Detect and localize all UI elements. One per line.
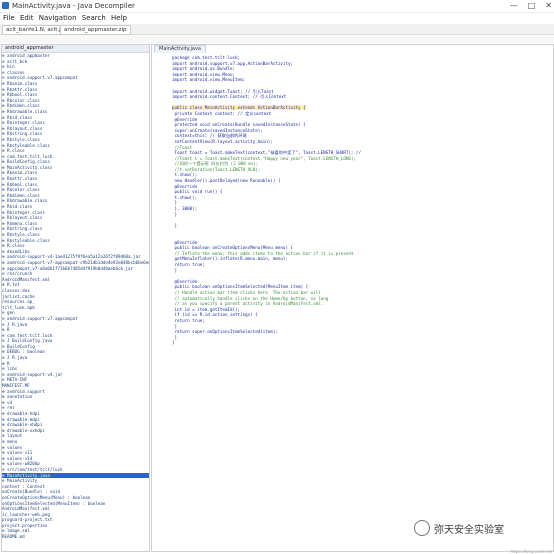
code-view[interactable]: package com.test.tclt.luck; import androi… xyxy=(152,55,553,346)
wechat-icon xyxy=(414,520,430,536)
code-text: new Handler().postDelayed(new Runnable()… xyxy=(172,178,281,184)
code-text: package com.test.tclt.luck; xyxy=(172,55,241,60)
tab-android-appmaster[interactable]: android_appmaster.zip xyxy=(60,25,131,35)
menu-navigation[interactable]: Navigation xyxy=(39,14,77,22)
code-text: } xyxy=(172,340,175,346)
tab-mainactivity-java[interactable]: MainActivity.java xyxy=(154,45,206,53)
code-text: setContentView(R.layout.activity_main); xyxy=(172,138,273,144)
code-text: public class MainActivity extends Action… xyxy=(172,105,306,111)
code-text: }, 3000); xyxy=(172,206,198,212)
code-text: } xyxy=(172,200,178,206)
tree-item[interactable]: README.md xyxy=(2,534,149,540)
code-text: } xyxy=(172,267,178,273)
code-text: @Override xyxy=(172,278,198,284)
window-title: MainActivity.java - Java Decompiler xyxy=(12,2,135,10)
code-text: private Context context; // 定义context xyxy=(172,110,272,116)
code-text: import android.widget.Toast; // 引入Toast xyxy=(172,88,274,94)
code-text: //Toast t = Toast.makeText(context,"Happ… xyxy=(172,155,357,161)
maximize-icon[interactable]: □ xyxy=(528,0,536,11)
watermark: 弥天安全实验室 xyxy=(414,520,504,536)
tree-header: android_appmaster xyxy=(2,45,149,53)
code-text: t.show(); xyxy=(172,172,198,178)
code-panel: MainActivity.java package com.test.tclt.… xyxy=(151,44,554,552)
code-text: if (id == R.id.action_settings) { xyxy=(172,312,258,318)
code-text: return true; xyxy=(172,317,205,323)
menu-file[interactable]: File xyxy=(3,14,15,22)
watermark-text: 弥天安全实验室 xyxy=(434,524,504,536)
menu-search[interactable]: Search xyxy=(82,14,106,22)
code-text: @Override xyxy=(172,183,198,189)
code-text: public boolean onCreateOptionsMenu(Menu … xyxy=(172,245,294,251)
code-text: } xyxy=(172,222,178,228)
code-text: import android.support.v7.app.ActionBarA… xyxy=(172,60,294,66)
code-text: import android.os.Bundle; xyxy=(172,66,236,72)
close-icon[interactable]: ✕ xyxy=(545,0,552,11)
code-text: protected void onCreate(Bundle savedInst… xyxy=(172,122,306,128)
app-window: MainActivity.java - Java Decompiler — □ … xyxy=(0,0,554,554)
code-text: Toast toast = Toast.makeText(context,"恭喜… xyxy=(172,150,361,156)
code-text: public void run() { xyxy=(172,189,223,195)
menu-bar: File Edit Navigation Search Help xyxy=(0,13,554,23)
code-text: public boolean onOptionsItemSelected(Men… xyxy=(172,284,309,290)
window-controls: — □ ✕ xyxy=(510,0,552,11)
code-text: //t.setDuration(Toast.LENGTH_ALN); xyxy=(172,166,261,172)
code-text: import android.content.Context; // 引入Con… xyxy=(172,94,287,100)
bottom-link: https://blog.csdn.net xyxy=(510,549,552,554)
code-text: // automatically handle clicks on the Ho… xyxy=(172,295,329,301)
app-icon xyxy=(2,2,9,9)
code-text: // as you specify a parent activity in A… xyxy=(172,301,324,307)
tab-strip xyxy=(0,35,554,43)
code-text: //同时一个提示框 时长约为 (2 000 ms); xyxy=(172,161,259,167)
code-text: @Override xyxy=(172,116,198,122)
code-text: getMenuInflater().inflate(R.menu.main, m… xyxy=(172,256,288,262)
code-text: return super.onOptionsItemSelected(item)… xyxy=(172,329,278,335)
title-bar: MainActivity.java - Java Decompiler — □ … xyxy=(0,0,554,13)
code-text: @Override xyxy=(172,239,198,245)
code-text: import android.view.MenuItem; xyxy=(172,77,246,83)
code-text: // Handle action bar item clicks here. T… xyxy=(172,289,321,295)
file-tree[interactable]: ⊖ android_appmaster ⊖ aclt_bck ⊖ bin ⊖ c… xyxy=(2,53,149,540)
menu-edit[interactable]: Edit xyxy=(20,14,34,22)
code-line: } xyxy=(152,340,553,346)
minimize-icon[interactable]: — xyxy=(510,0,518,11)
tree-item[interactable]: ⊕ android-support-v7-appcompat-c9b21db1d… xyxy=(2,260,149,266)
code-text: //Toast xyxy=(172,144,193,150)
code-text: context=this; // 获取当前的环境 xyxy=(172,133,247,139)
code-text: // Inflate the menu; this adds items to … xyxy=(172,250,357,256)
code-text: } xyxy=(172,211,178,217)
tree-panel: android_appmaster ⊖ android_appmaster ⊖ … xyxy=(1,44,150,552)
code-text: return true; xyxy=(172,261,205,267)
code-text: super.onCreate(savedInstanceState); xyxy=(172,127,263,133)
code-text: t.show(); xyxy=(172,194,198,200)
code-text: int id = item.getItemId(); xyxy=(172,306,241,312)
code-text: } xyxy=(172,323,178,329)
file-tabs: aclt_banfe1.N, aclt.jar android_appmaste… xyxy=(0,24,554,35)
code-text: } xyxy=(172,334,178,340)
code-text: import android.view.Menu; xyxy=(172,71,236,77)
menu-help[interactable]: Help xyxy=(111,14,127,22)
